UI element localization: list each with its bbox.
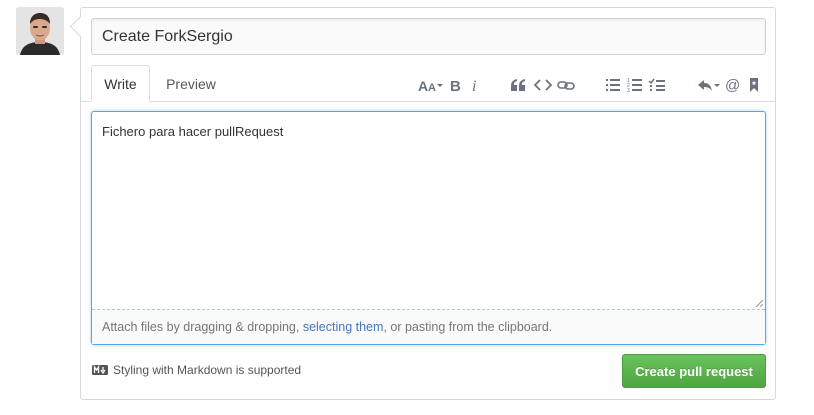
pr-title-input[interactable] xyxy=(91,18,766,55)
comment-body-textarea[interactable]: Fichero para hacer pullRequest xyxy=(92,112,765,309)
create-pull-request-button[interactable]: Create pull request xyxy=(622,354,766,388)
attach-suffix-text: , or pasting from the clipboard. xyxy=(383,320,553,334)
markdown-note-text: Styling with Markdown is supported xyxy=(113,363,302,377)
code-icon[interactable] xyxy=(534,74,552,96)
quote-icon[interactable] xyxy=(510,74,526,96)
saved-replies-icon[interactable] xyxy=(748,74,760,96)
svg-text:B: B xyxy=(450,78,461,93)
select-files-link[interactable]: selecting them xyxy=(303,320,384,334)
resize-grip-icon[interactable] xyxy=(755,299,764,308)
user-avatar-icon xyxy=(16,7,64,55)
reply-icon[interactable] xyxy=(697,74,721,96)
mention-icon[interactable]: @ xyxy=(725,74,741,96)
link-icon[interactable] xyxy=(557,74,575,96)
avatar[interactable] xyxy=(16,7,64,55)
svg-text:i: i xyxy=(472,78,476,93)
svg-text:@: @ xyxy=(725,77,740,93)
svg-text:A: A xyxy=(428,82,436,93)
comment-editor: Fichero para hacer pullRequest Attach fi… xyxy=(91,111,766,345)
header-icon[interactable]: A A xyxy=(417,74,445,96)
bold-icon[interactable]: B xyxy=(448,74,462,96)
svg-text:3: 3 xyxy=(627,88,630,92)
markdown-icon xyxy=(92,365,108,375)
italic-icon[interactable]: i xyxy=(469,74,481,96)
task-list-icon[interactable] xyxy=(648,74,666,96)
markdown-note[interactable]: Styling with Markdown is supported xyxy=(92,363,301,377)
pull-request-composer: Write Preview A A B i xyxy=(80,7,776,400)
attach-prefix-text: Attach files by dragging & dropping, xyxy=(102,320,303,334)
tab-preview[interactable]: Preview xyxy=(154,65,228,102)
attach-files-bar[interactable]: Attach files by dragging & dropping, sel… xyxy=(92,309,765,344)
ordered-list-icon[interactable]: 1 2 3 xyxy=(627,74,643,96)
unordered-list-icon[interactable] xyxy=(605,74,621,96)
svg-text:A: A xyxy=(418,78,428,93)
tab-write[interactable]: Write xyxy=(91,65,150,102)
